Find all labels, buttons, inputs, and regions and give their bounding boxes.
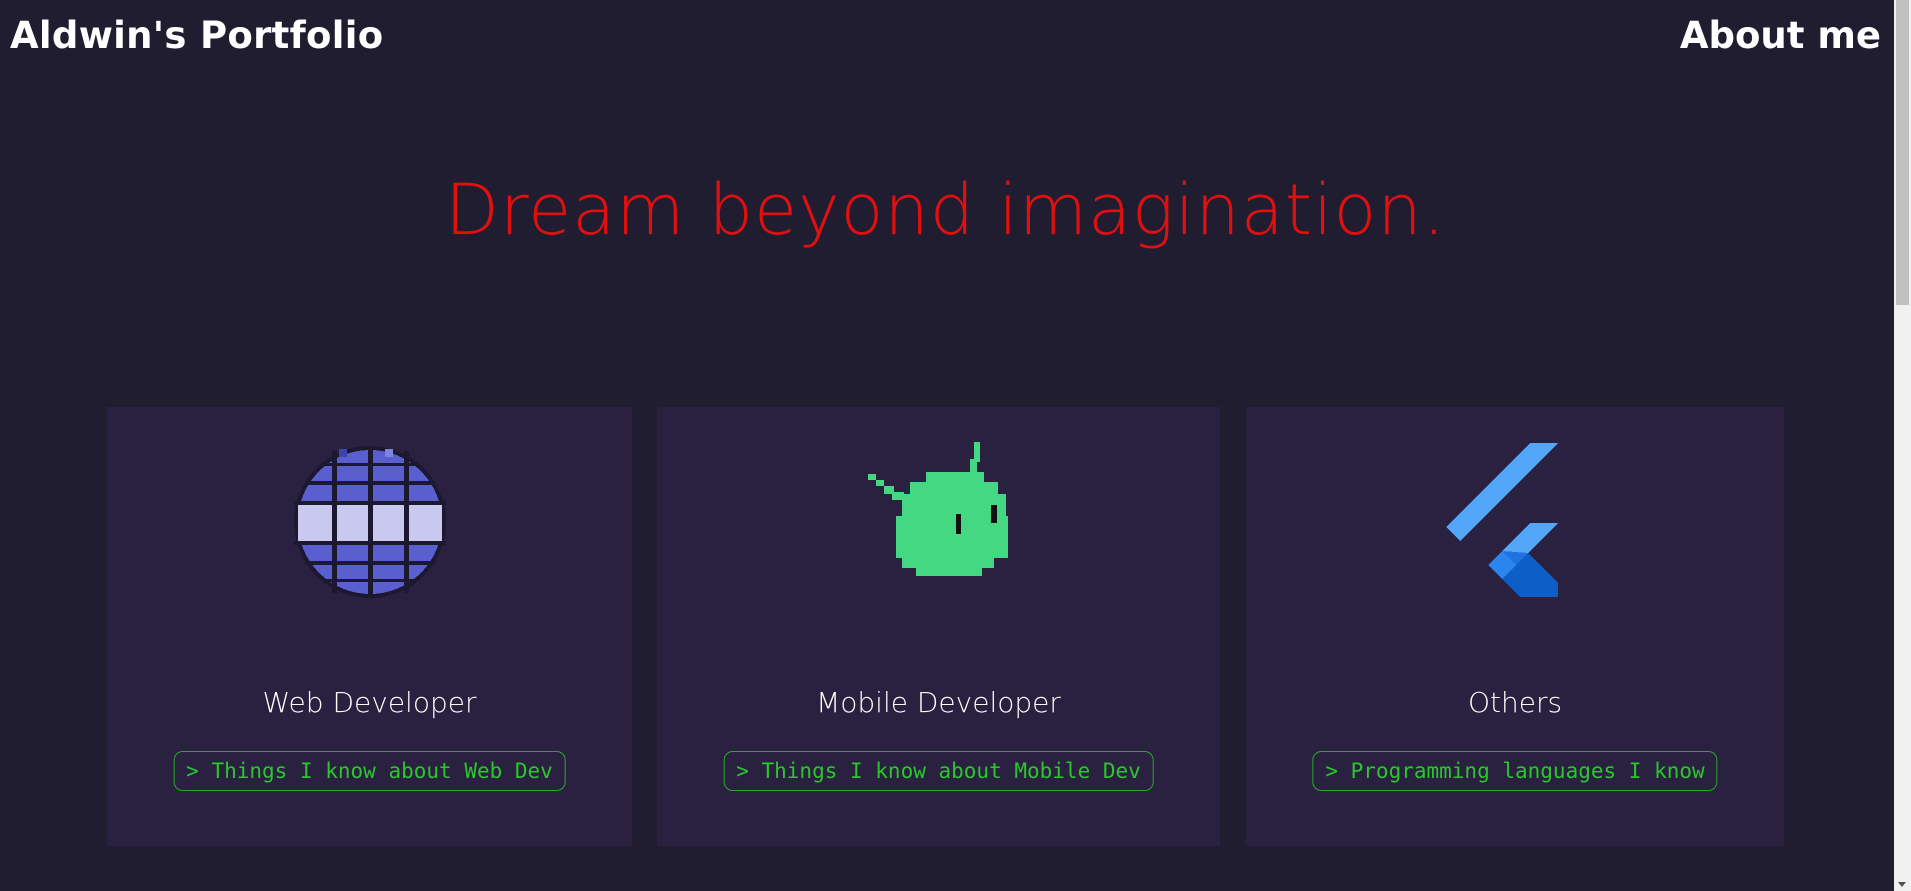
pixel-android-icon <box>854 437 1024 607</box>
card-title: Mobile Developer <box>816 686 1061 719</box>
mobile-dev-button[interactable]: > Things I know about Mobile Dev <box>723 751 1154 791</box>
about-me-link[interactable]: About me <box>1680 12 1881 60</box>
card-title: Others <box>1467 686 1563 719</box>
card-others: Others > Programming languages I know <box>1246 407 1784 846</box>
pixel-globe-icon <box>285 437 455 607</box>
card-web-developer: Web Developer > Things I know about Web … <box>107 407 632 846</box>
scrollbar-thumb[interactable] <box>1896 0 1909 305</box>
page: Aldwin's Portfolio About me Dream beyond… <box>0 0 1911 891</box>
site-brand[interactable]: Aldwin's Portfolio <box>10 12 383 60</box>
scroll-down-arrow-icon[interactable] <box>1898 882 1906 887</box>
vertical-scrollbar[interactable] <box>1894 0 1911 891</box>
hero-tagline: Dream beyond imagination. <box>445 169 1446 251</box>
web-dev-button[interactable]: > Things I know about Web Dev <box>173 751 566 791</box>
card-mobile-developer: Mobile Developer > Things I know about M… <box>657 407 1220 846</box>
programming-languages-button[interactable]: > Programming languages I know <box>1312 751 1718 791</box>
pixel-flutter-icon <box>1430 437 1600 607</box>
card-title: Web Developer <box>262 686 477 719</box>
